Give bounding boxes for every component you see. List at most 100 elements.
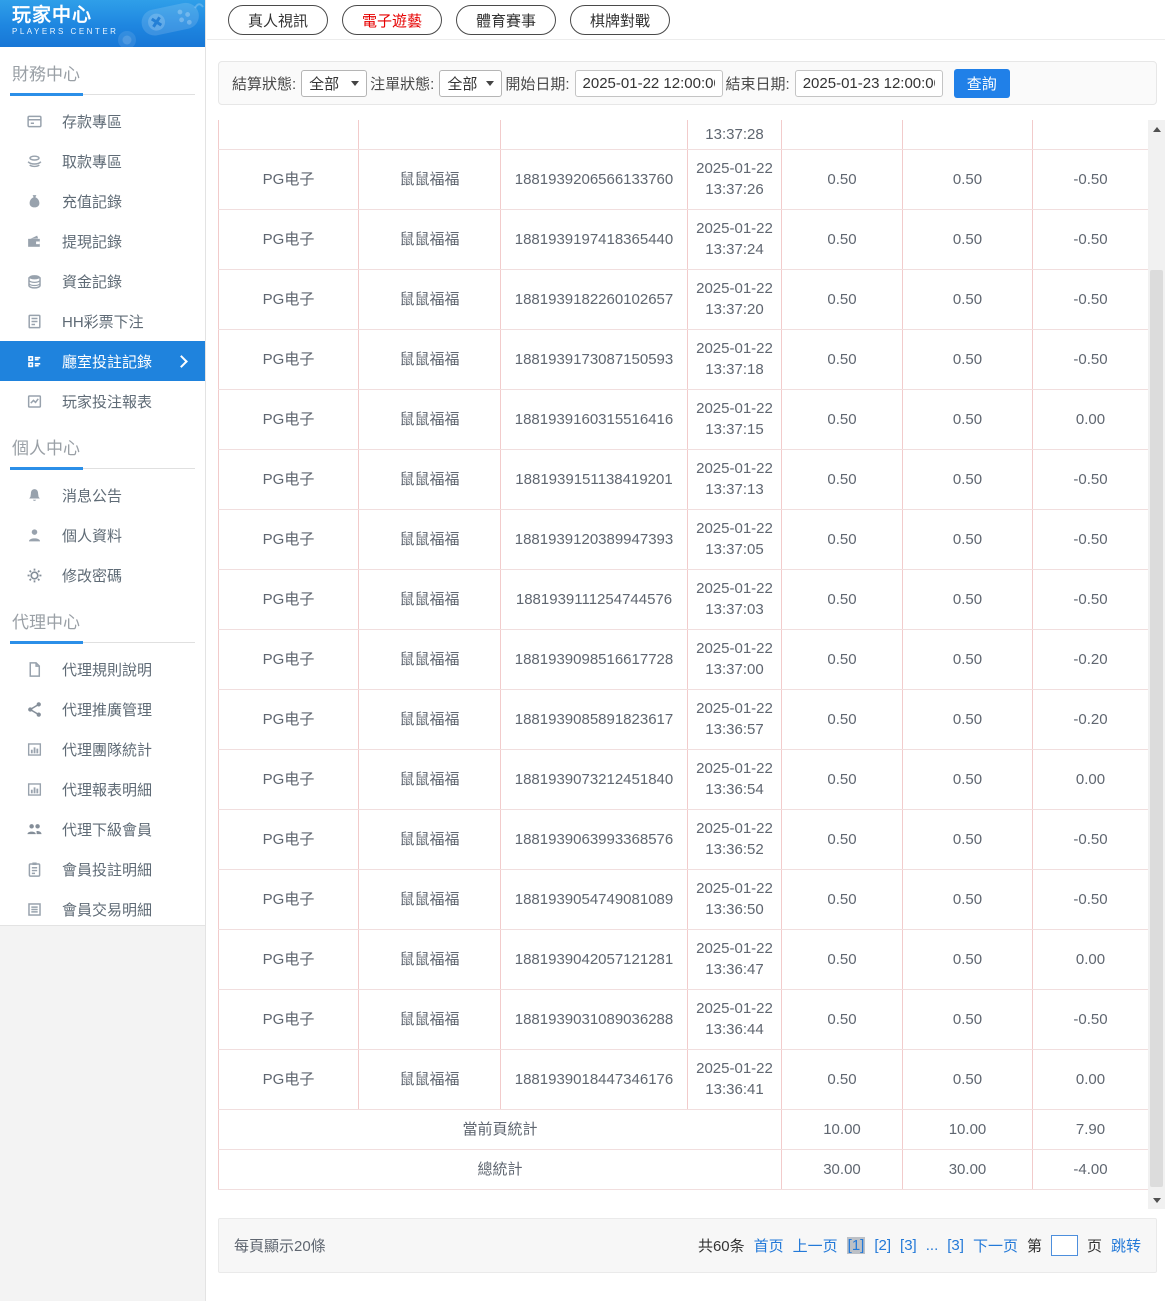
tab-sports[interactable]: 體育賽事 — [456, 5, 557, 35]
sidebar-item-player-bet-report[interactable]: 玩家投注報表 — [0, 381, 205, 421]
pagination-page-last[interactable]: [3] — [947, 1237, 964, 1254]
sidebar-item-agent-report-detail[interactable]: 代理報表明細 — [0, 769, 205, 809]
cell-valid-bet: 0.50 — [902, 1048, 1033, 1110]
cell-bet-time: 2025-01-22 13:37:05 — [687, 508, 782, 570]
goto-jump-button[interactable]: 跳转 — [1111, 1235, 1141, 1256]
cell-game: 鼠鼠福福 — [358, 628, 501, 690]
vertical-scrollbar[interactable] — [1148, 120, 1165, 1209]
cell-bet-amount: 0.50 — [781, 928, 903, 990]
cell-bet-time: 13:37:28 — [687, 120, 782, 150]
cell-valid-bet: 0.50 — [902, 208, 1033, 270]
cell-bet-time: 2025-01-22 13:37:24 — [687, 208, 782, 270]
cell-order-no: 1881939042057121281 — [500, 928, 688, 990]
cell-win-loss — [1032, 120, 1149, 150]
sidebar-item-agent-promotion[interactable]: 代理推廣管理 — [0, 689, 205, 729]
sidebar-item-profile[interactable]: 個人資料 — [0, 515, 205, 555]
table-body: PG电子 鼠鼠福福 1881939206566133760 2025-01-22… — [218, 148, 1149, 1110]
sidebar-item-withdraw-records[interactable]: 提現記錄 — [0, 221, 205, 261]
tab-electronic-games[interactable]: 電子遊藝 — [342, 5, 443, 35]
settle-status-select[interactable]: 全部 — [301, 69, 368, 97]
cell-valid-bet: 0.50 — [902, 748, 1033, 810]
sidebar-item-label: 代理團隊統計 — [62, 741, 153, 759]
table-row: PG电子 鼠鼠福福 1881939073212451840 2025-01-22… — [218, 748, 1149, 810]
sidebar-item-announcements[interactable]: 消息公告 — [0, 475, 205, 515]
cell-bet-amount — [781, 120, 903, 150]
cell-platform: PG电子 — [218, 928, 359, 990]
sidebar-item-member-bet-detail[interactable]: 會員投註明細 — [0, 849, 205, 889]
sidebar-item-recharge-records[interactable]: 充值記錄 — [0, 181, 205, 221]
sidebar-item-lottery-bets[interactable]: HH彩票下注 — [0, 301, 205, 341]
cell-bet-amount: 0.50 — [781, 148, 903, 210]
tab-board-games[interactable]: 棋牌對戰 — [570, 5, 671, 35]
sidebar: 玩家中心 PLAYERS CENTER 財務中心 存款專區 取款專區 充值記錄 … — [0, 0, 206, 926]
table-row: PG电子 鼠鼠福福 1881939042057121281 2025-01-22… — [218, 928, 1149, 990]
chart-icon — [26, 741, 43, 758]
pagination-page-3[interactable]: [3] — [900, 1237, 917, 1254]
summary-valid-bet: 10.00 — [902, 1108, 1033, 1150]
sidebar-item-agent-rules[interactable]: 代理規則說明 — [0, 649, 205, 689]
cell-bet-time: 2025-01-22 13:37:20 — [687, 268, 782, 330]
sidebar-section-agent: 代理中心 — [10, 605, 195, 644]
cell-bet-time: 2025-01-22 13:37:26 — [687, 148, 782, 210]
cell-win-loss: -0.50 — [1032, 568, 1149, 630]
cell-platform: PG电子 — [218, 988, 359, 1050]
cell-bet-time: 2025-01-22 13:37:18 — [687, 328, 782, 390]
cell-bet-amount: 0.50 — [781, 268, 903, 330]
cell-bet-time: 2025-01-22 13:37:00 — [687, 628, 782, 690]
pagination-next-link[interactable]: 下一页 — [973, 1235, 1018, 1256]
summary-win-loss: 7.90 — [1032, 1108, 1149, 1150]
chevron-down-icon — [351, 80, 360, 86]
sidebar-item-withdraw[interactable]: 取款專區 — [0, 141, 205, 181]
cell-win-loss: 0.00 — [1032, 1048, 1149, 1110]
sidebar-item-deposit[interactable]: 存款專區 — [0, 101, 205, 141]
cell-bet-amount: 0.50 — [781, 568, 903, 630]
scroll-up-arrow[interactable] — [1148, 121, 1165, 137]
table-row: PG电子 鼠鼠福福 1881939151138419201 2025-01-22… — [218, 448, 1149, 510]
sidebar-item-label: 個人資料 — [62, 527, 123, 545]
cell-win-loss: -0.50 — [1032, 508, 1149, 570]
cell-bet-time: 2025-01-22 13:37:13 — [687, 448, 782, 510]
order-status-select[interactable]: 全部 — [439, 69, 503, 97]
cell-win-loss: -0.50 — [1032, 988, 1149, 1050]
cell-platform: PG电子 — [218, 388, 359, 450]
sidebar-item-member-transaction-detail[interactable]: 會員交易明細 — [0, 889, 205, 929]
cell-bet-amount: 0.50 — [781, 628, 903, 690]
sidebar-item-agent-team-stats[interactable]: 代理團隊統計 — [0, 729, 205, 769]
page-size-text: 每頁顯示20條 — [234, 1238, 326, 1255]
cell-win-loss: -0.50 — [1032, 208, 1149, 270]
sidebar-item-label: 消息公告 — [62, 487, 123, 505]
cell-order-no: 1881939151138419201 — [500, 448, 688, 510]
sidebar-item-room-bet-records[interactable]: 廳室投註記錄 — [0, 341, 205, 381]
cell-platform: PG电子 — [218, 448, 359, 510]
pagination-page-2[interactable]: [2] — [874, 1237, 891, 1254]
pagination-ellipsis: ... — [925, 1237, 939, 1254]
pagination-prev-link[interactable]: 上一页 — [793, 1235, 838, 1256]
section-title: 財務中心 — [12, 65, 80, 84]
cell-valid-bet: 0.50 — [902, 628, 1033, 690]
table-row: PG电子 鼠鼠福福 1881939054749081089 2025-01-22… — [218, 868, 1149, 930]
tab-live-casino[interactable]: 真人視訊 — [228, 5, 329, 35]
sidebar-item-agent-downline[interactable]: 代理下級會員 — [0, 809, 205, 849]
pagination-page-1[interactable]: [1] — [846, 1237, 866, 1254]
cell-platform: PG电子 — [218, 868, 359, 930]
cell-game: 鼠鼠福福 — [358, 508, 501, 570]
cell-order-no: 1881939111254744576 — [500, 568, 688, 630]
category-tabbar: 真人視訊 電子遊藝 體育賽事 棋牌對戰 — [207, 0, 1165, 40]
cell-bet-amount: 0.50 — [781, 328, 903, 390]
pagination-first-link[interactable]: 首页 — [754, 1235, 784, 1256]
scroll-down-arrow[interactable] — [1148, 1192, 1165, 1208]
sidebar-item-change-password[interactable]: 修改密碼 — [0, 555, 205, 595]
end-date-input[interactable] — [794, 69, 943, 97]
cell-valid-bet: 0.50 — [902, 388, 1033, 450]
scrollbar-thumb[interactable] — [1150, 270, 1163, 1187]
sidebar-item-fund-records[interactable]: 資金記錄 — [0, 261, 205, 301]
goto-page-input[interactable] — [1050, 1235, 1078, 1256]
start-date-input[interactable] — [574, 69, 723, 97]
cell-game: 鼠鼠福福 — [358, 688, 501, 750]
cell-order-no: 1881939098516617728 — [500, 628, 688, 690]
clipboard-icon — [26, 861, 43, 878]
chevron-down-icon — [486, 80, 495, 86]
cell-order-no: 1881939160315516416 — [500, 388, 688, 450]
sidebar-item-label: 廳室投註記錄 — [62, 353, 153, 371]
search-button[interactable]: 查詢 — [953, 68, 1010, 98]
